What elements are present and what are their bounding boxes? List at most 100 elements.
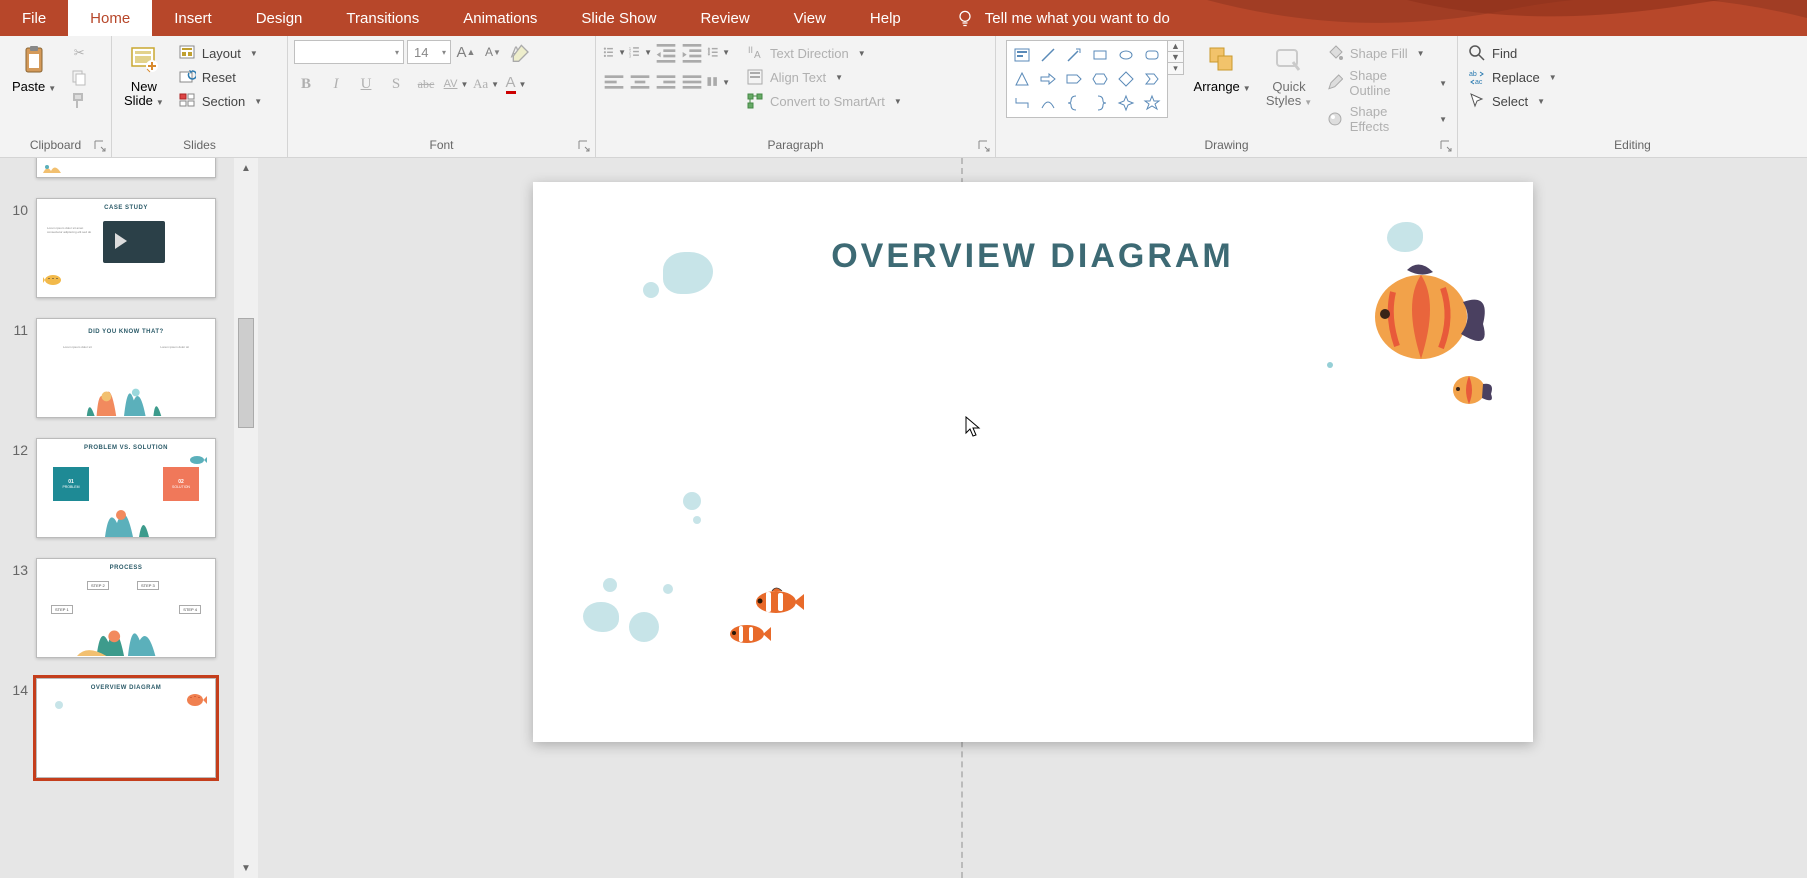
copy-button[interactable] [66, 66, 92, 88]
shape-connector[interactable] [1009, 91, 1035, 115]
font-family-combo[interactable]: ▾ [294, 40, 404, 64]
menu-view[interactable]: View [772, 0, 848, 36]
bullets-button[interactable]: ▼ [602, 40, 626, 64]
numbering-icon: 123 [628, 45, 641, 58]
numbering-button[interactable]: 123▼ [628, 40, 652, 64]
clear-formatting-button[interactable]: A [508, 40, 532, 64]
section-button[interactable]: Section▼ [174, 90, 266, 112]
strikethrough-button[interactable]: abc [414, 72, 438, 96]
menu-animations[interactable]: Animations [441, 0, 559, 36]
shape-effects-button[interactable]: Shape Effects▼ [1322, 102, 1451, 136]
font-launcher[interactable] [577, 139, 591, 153]
shape-right-arrow[interactable] [1035, 67, 1061, 91]
shape-outline-button[interactable]: Shape Outline▼ [1322, 66, 1451, 100]
replace-button[interactable]: abacReplace▼ [1464, 66, 1561, 88]
decrease-font-button[interactable]: A▼ [481, 40, 505, 64]
shadow-button[interactable]: S [384, 72, 408, 96]
char-spacing-button[interactable]: AV▼ [444, 72, 468, 96]
slide-thumbnail-14[interactable]: OVERVIEW DIAGRAM [36, 678, 216, 778]
drawing-launcher[interactable] [1439, 139, 1453, 153]
menu-design[interactable]: Design [234, 0, 325, 36]
shapes-gallery-scroller[interactable]: ▲ ▼ ▾ [1168, 40, 1184, 75]
paste-button[interactable]: Paste▼ [6, 40, 62, 98]
slide-thumbnail-12[interactable]: PROBLEM VS. SOLUTION 01PROBLEM 02SOLUTIO… [36, 438, 216, 538]
shape-oval[interactable] [1113, 43, 1139, 67]
shape-textbox[interactable] [1009, 43, 1035, 67]
decrease-indent-button[interactable] [654, 40, 678, 64]
shape-brace-left[interactable] [1061, 91, 1087, 115]
format-painter-button[interactable] [66, 90, 92, 112]
menu-insert[interactable]: Insert [152, 0, 234, 36]
decoration-blob [629, 612, 659, 642]
gallery-up-button[interactable]: ▲ [1168, 41, 1183, 52]
font-size-combo[interactable]: 14▾ [407, 40, 451, 64]
underline-button[interactable]: U [354, 72, 378, 96]
clipboard-launcher[interactable] [93, 139, 107, 153]
thumbnail-scrollbar[interactable]: ▲ ▼ [234, 158, 258, 878]
scrollbar-up-button[interactable]: ▲ [234, 158, 258, 178]
menu-help[interactable]: Help [848, 0, 923, 36]
arrange-button[interactable]: Arrange▼ [1188, 40, 1256, 98]
scrollbar-down-button[interactable]: ▼ [234, 858, 258, 878]
convert-smartart-button[interactable]: Convert to SmartArt▼ [742, 90, 906, 112]
scrollbar-thumb[interactable] [238, 318, 254, 428]
change-case-button[interactable]: Aa▼ [474, 72, 498, 96]
menu-file[interactable]: File [0, 0, 68, 36]
ribbon-group-editing: Find abacReplace▼ Select▼ Editing [1458, 36, 1807, 157]
select-button[interactable]: Select▼ [1464, 90, 1561, 112]
shape-star4[interactable] [1113, 91, 1139, 115]
shape-chevron[interactable] [1139, 67, 1165, 91]
shape-pentagon[interactable] [1061, 67, 1087, 91]
align-left-button[interactable] [602, 70, 626, 94]
slide-editor-area[interactable]: OVERVIEW DIAGRAM [258, 158, 1807, 878]
menu-transitions[interactable]: Transitions [324, 0, 441, 36]
shape-fill-button[interactable]: Shape Fill▼ [1322, 42, 1451, 64]
shape-arrow-line[interactable] [1061, 43, 1087, 67]
shape-diamond[interactable] [1113, 67, 1139, 91]
gallery-more-button[interactable]: ▾ [1168, 63, 1183, 74]
menu-slideshow[interactable]: Slide Show [559, 0, 678, 36]
layout-button[interactable]: Layout▼ [174, 42, 266, 64]
new-slide-button[interactable]: New Slide▼ [118, 40, 170, 113]
shape-rectangle[interactable] [1087, 43, 1113, 67]
bold-button[interactable]: B [294, 72, 318, 96]
font-color-button[interactable]: A▼ [504, 72, 528, 96]
shape-line[interactable] [1035, 43, 1061, 67]
increase-indent-button[interactable] [680, 40, 704, 64]
slide-thumbnail-9[interactable] [36, 158, 216, 178]
align-right-button[interactable] [654, 70, 678, 94]
justify-button[interactable] [680, 70, 704, 94]
quick-styles-button[interactable]: Quick Styles▼ [1260, 40, 1318, 113]
slide-thumbnail-11[interactable]: DID YOU KNOW THAT? Lorem ipsum dolor sit… [36, 318, 216, 418]
section-label: Section [202, 94, 245, 109]
align-center-button[interactable] [628, 70, 652, 94]
svg-text:A: A [754, 50, 761, 61]
shape-star5[interactable] [1139, 91, 1165, 115]
reset-button[interactable]: Reset [174, 66, 266, 88]
text-direction-button[interactable]: IIAText Direction▼ [742, 42, 906, 64]
cut-button[interactable]: ✂ [66, 42, 92, 64]
italic-button[interactable]: I [324, 72, 348, 96]
slide-thumbnail-13[interactable]: PROCESS STEP 1 STEP 2 STEP 3 STEP 4 [36, 558, 216, 658]
paragraph-launcher[interactable] [977, 139, 991, 153]
paragraph-group-label: Paragraph [602, 136, 989, 155]
gallery-down-button[interactable]: ▼ [1168, 52, 1183, 63]
menu-review[interactable]: Review [678, 0, 771, 36]
shape-rounded-rect[interactable] [1139, 43, 1165, 67]
find-button[interactable]: Find [1464, 42, 1561, 64]
shape-hexagon[interactable] [1087, 67, 1113, 91]
line-spacing-button[interactable]: ▼ [706, 40, 730, 64]
shape-brace-right[interactable] [1087, 91, 1113, 115]
thumb-title: PROCESS [37, 559, 215, 571]
columns-button[interactable]: ▼ [706, 70, 730, 94]
shape-curve[interactable] [1035, 91, 1061, 115]
increase-font-button[interactable]: A▲ [454, 40, 478, 64]
slide-canvas[interactable]: OVERVIEW DIAGRAM [533, 182, 1533, 742]
align-text-button[interactable]: Align Text▼ [742, 66, 906, 88]
tell-me-search[interactable]: Tell me what you want to do [933, 0, 1192, 36]
slide-thumbnail-10[interactable]: CASE STUDY Lorem ipsum dolor sit amet co… [36, 198, 216, 298]
menu-home[interactable]: Home [68, 0, 152, 36]
shape-triangle[interactable] [1009, 67, 1035, 91]
shapes-gallery[interactable] [1006, 40, 1168, 118]
clipboard-icon [18, 44, 50, 76]
